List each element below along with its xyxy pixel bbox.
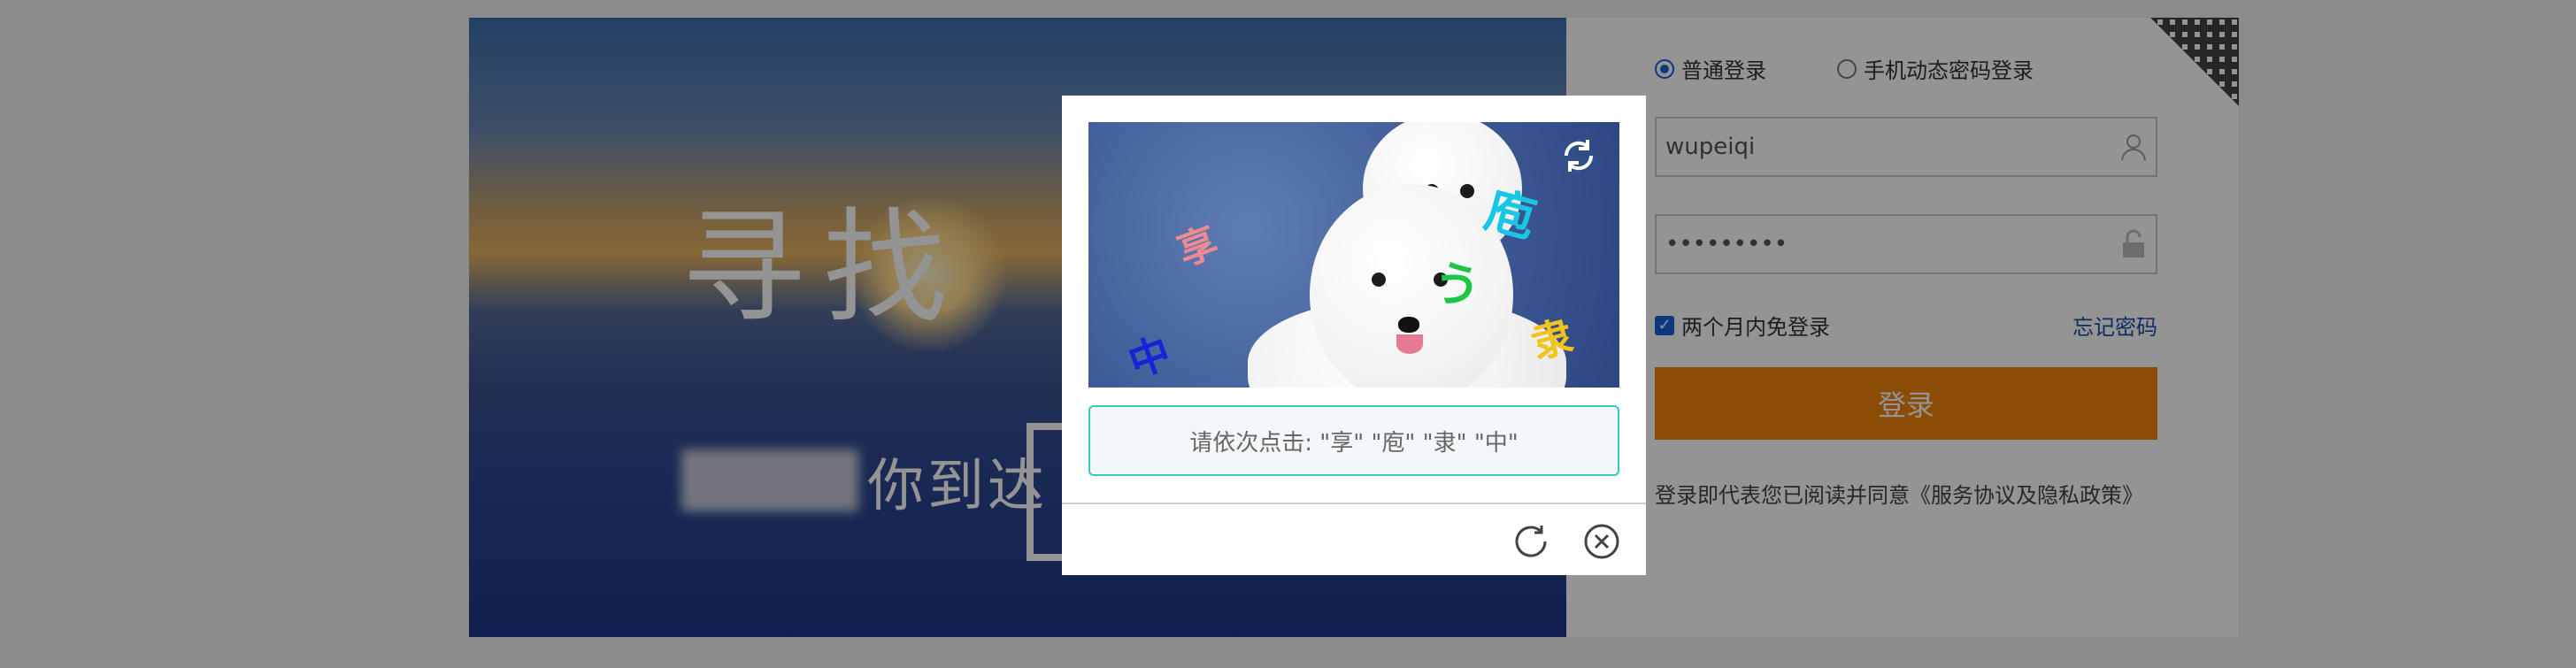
dog-tongue [1396, 334, 1423, 354]
captcha-char: 中 [1122, 327, 1177, 388]
login-page: 寻找 下 你到达 普通登录 手机动态密码登录 wupeiqi ••••••••• [0, 0, 2576, 668]
captcha-instruction: 请依次点击: "享" "庖" "隶" "中" [1088, 405, 1619, 476]
divider [1062, 503, 1646, 504]
captcha-dialog: 享 庖 隶 中 う 请依次点击: "享" "庖" "隶" "中" [1062, 96, 1646, 575]
dog-nose [1398, 317, 1419, 333]
close-icon[interactable] [1580, 520, 1623, 563]
captcha-image[interactable]: 享 庖 隶 中 う [1088, 122, 1619, 388]
dog-eye [1372, 273, 1386, 287]
captcha-char: 享 [1172, 219, 1224, 275]
refresh-icon[interactable] [1510, 520, 1552, 563]
refresh-icon[interactable] [1556, 133, 1602, 179]
dog-eye [1460, 184, 1474, 198]
